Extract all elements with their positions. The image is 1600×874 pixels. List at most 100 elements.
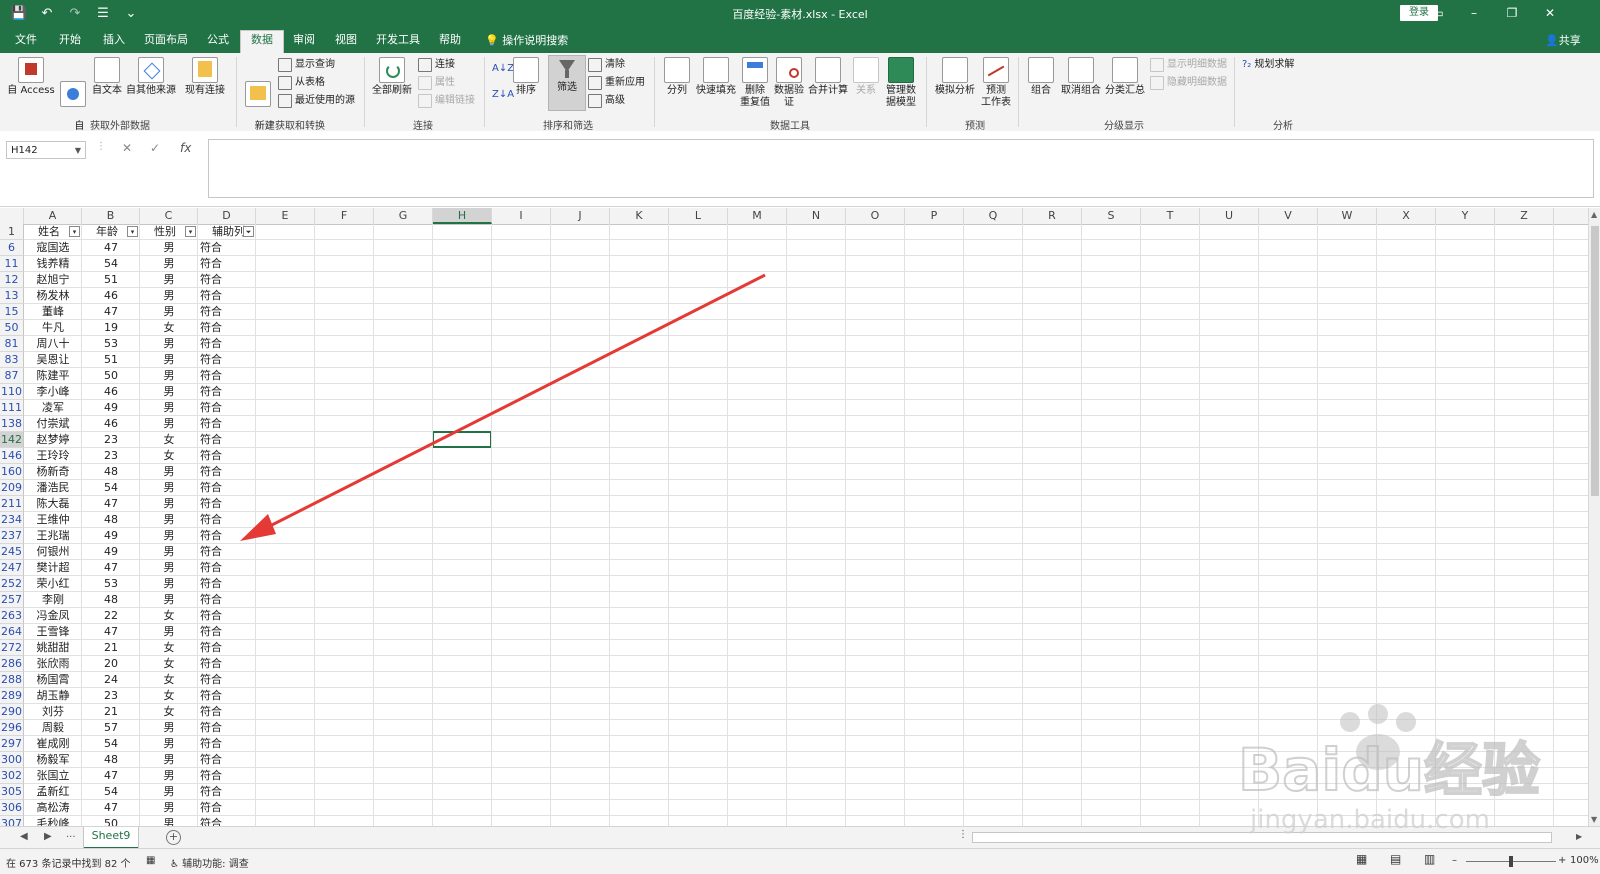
cell-aux[interactable]: 符合 <box>198 400 256 416</box>
cell-name[interactable]: 周毅 <box>24 720 82 736</box>
cell-sex[interactable]: 男 <box>140 768 198 784</box>
cell-aux[interactable]: 符合 <box>198 816 256 826</box>
restore-button[interactable]: ❐ <box>1494 3 1530 23</box>
tab-home[interactable]: 开始 <box>52 31 88 53</box>
cell-name[interactable]: 周八十 <box>24 336 82 352</box>
cell-aux[interactable]: 符合 <box>198 528 256 544</box>
cell-name[interactable]: 张欣雨 <box>24 656 82 672</box>
tab-split-handle-icon[interactable]: ⋮ <box>958 829 968 840</box>
cell-sex[interactable]: 男 <box>140 592 198 608</box>
sort-descending-button[interactable]: Z↓A <box>492 87 514 103</box>
cell-name[interactable]: 荣小红 <box>24 576 82 592</box>
cell-name[interactable]: 潘浩民 <box>24 480 82 496</box>
cell-name[interactable]: 付崇斌 <box>24 416 82 432</box>
row-header[interactable]: 6 <box>0 240 24 256</box>
cell-name[interactable]: 崔成刚 <box>24 736 82 752</box>
cell-sex[interactable]: 女 <box>140 704 198 720</box>
cell-sex[interactable]: 男 <box>140 480 198 496</box>
cell-age[interactable]: 50 <box>82 816 140 826</box>
row-header[interactable]: 306 <box>0 800 24 816</box>
column-header[interactable]: A <box>24 208 82 224</box>
forecast-sheet-button[interactable]: 预测 工作表 <box>978 57 1014 109</box>
cell-name[interactable]: 凌军 <box>24 400 82 416</box>
ribbon-display-options-icon[interactable]: ▭ <box>1420 3 1456 23</box>
share-button[interactable]: 👤共享 <box>1545 32 1581 48</box>
filter-dropdown-icon[interactable]: ▾ <box>185 226 196 237</box>
cell-age[interactable]: 24 <box>82 672 140 688</box>
cell-name[interactable]: 陈大磊 <box>24 496 82 512</box>
row-header[interactable]: 288 <box>0 672 24 688</box>
cell-aux[interactable]: 符合 <box>198 304 256 320</box>
from-access-button[interactable]: 自 Access <box>6 57 56 97</box>
recent-sources-button[interactable]: 最近使用的源 <box>278 93 355 109</box>
column-header[interactable]: I <box>492 208 551 224</box>
enter-icon[interactable]: ✓ <box>150 141 160 155</box>
filter-dropdown-icon[interactable]: ▾ <box>127 226 138 237</box>
row-header[interactable]: 83 <box>0 352 24 368</box>
cell-aux[interactable]: 符合 <box>198 704 256 720</box>
close-button[interactable]: ✕ <box>1532 3 1568 23</box>
filter-dropdown-icon[interactable]: ▾ <box>69 226 80 237</box>
row-header[interactable]: 307 <box>0 816 24 826</box>
row-header[interactable]: 211 <box>0 496 24 512</box>
row-header[interactable]: 138 <box>0 416 24 432</box>
header-cell[interactable]: 性别 ▾ <box>140 224 198 240</box>
row-header[interactable]: 13 <box>0 288 24 304</box>
cell-age[interactable]: 22 <box>82 608 140 624</box>
sheet-more-button[interactable]: ... <box>66 829 76 840</box>
cell-age[interactable]: 54 <box>82 256 140 272</box>
cell-aux[interactable]: 符合 <box>198 272 256 288</box>
row-header[interactable]: 247 <box>0 560 24 576</box>
row-header[interactable]: 257 <box>0 592 24 608</box>
cell-age[interactable]: 47 <box>82 800 140 816</box>
cell-name[interactable]: 吴恩让 <box>24 352 82 368</box>
cell-aux[interactable]: 符合 <box>198 608 256 624</box>
cell-sex[interactable]: 女 <box>140 448 198 464</box>
row-header[interactable]: 300 <box>0 752 24 768</box>
cell-sex[interactable]: 男 <box>140 816 198 826</box>
cell-age[interactable]: 47 <box>82 304 140 320</box>
cell-aux[interactable]: 符合 <box>198 656 256 672</box>
row-header[interactable]: 296 <box>0 720 24 736</box>
row-header[interactable]: 264 <box>0 624 24 640</box>
cell-age[interactable]: 47 <box>82 496 140 512</box>
cell-age[interactable]: 47 <box>82 240 140 256</box>
cell-aux[interactable]: 符合 <box>198 624 256 640</box>
connections-button[interactable]: 连接 <box>418 57 455 73</box>
cell-aux[interactable]: 符合 <box>198 464 256 480</box>
cell-age[interactable]: 51 <box>82 352 140 368</box>
cell-sex[interactable]: 男 <box>140 800 198 816</box>
header-cell[interactable]: 年龄 ▾ <box>82 224 140 240</box>
cell-name[interactable]: 张国立 <box>24 768 82 784</box>
from-text-button[interactable]: 自文本 <box>90 57 124 97</box>
cell-name[interactable]: 董峰 <box>24 304 82 320</box>
manage-data-model-button[interactable]: 管理数 据模型 <box>882 57 920 109</box>
cell-sex[interactable]: 女 <box>140 320 198 336</box>
cell-aux[interactable]: 符合 <box>198 768 256 784</box>
horizontal-scrollbar[interactable] <box>972 832 1552 843</box>
select-all-corner[interactable] <box>0 208 24 224</box>
cell-sex[interactable]: 男 <box>140 496 198 512</box>
cell-aux[interactable]: 符合 <box>198 448 256 464</box>
cell-aux[interactable]: 符合 <box>198 640 256 656</box>
cell-age[interactable]: 49 <box>82 544 140 560</box>
cell-age[interactable]: 21 <box>82 640 140 656</box>
cell-aux[interactable]: 符合 <box>198 496 256 512</box>
cell-sex[interactable]: 男 <box>140 560 198 576</box>
tab-data[interactable]: 数据 <box>240 30 284 53</box>
cell-aux[interactable]: 符合 <box>198 416 256 432</box>
cell-age[interactable]: 47 <box>82 624 140 640</box>
cell-age[interactable]: 53 <box>82 576 140 592</box>
tab-view[interactable]: 视图 <box>328 31 364 53</box>
cell-age[interactable]: 48 <box>82 512 140 528</box>
cell-sex[interactable]: 男 <box>140 336 198 352</box>
row-header[interactable]: 263 <box>0 608 24 624</box>
cell-age[interactable]: 23 <box>82 688 140 704</box>
show-queries-button[interactable]: 显示查询 <box>278 57 335 73</box>
row-header[interactable]: 252 <box>0 576 24 592</box>
column-header[interactable]: E <box>256 208 315 224</box>
row-header[interactable]: 302 <box>0 768 24 784</box>
cell-aux[interactable]: 符合 <box>198 384 256 400</box>
cell-sex[interactable]: 男 <box>140 752 198 768</box>
vertical-scrollbar[interactable]: ▲ ▼ <box>1588 208 1600 826</box>
